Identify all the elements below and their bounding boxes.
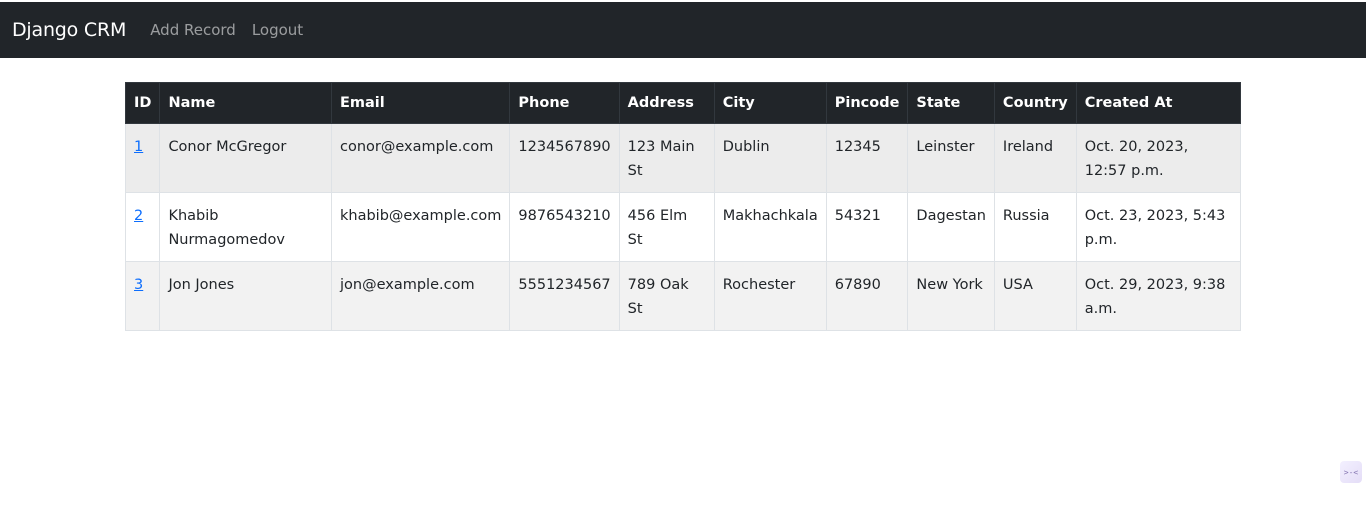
column-header-name: Name	[159, 82, 332, 124]
cell-pincode: 54321	[825, 192, 909, 262]
cell-address: 123 Main St	[618, 123, 715, 193]
column-header-city: City	[713, 82, 827, 124]
column-header-id: ID	[124, 82, 161, 124]
cell-phone: 1234567890	[509, 123, 620, 193]
table-row: 3 Jon Jones jon@example.com 5551234567 7…	[124, 261, 1242, 331]
cell-phone: 5551234567	[509, 261, 620, 331]
cell-country: Ireland	[993, 123, 1077, 193]
cell-name: Khabib Nurmagomedov	[159, 192, 332, 262]
column-header-created-at: Created At	[1075, 82, 1242, 124]
record-id-link[interactable]: 1	[134, 139, 143, 155]
cell-address: 456 Elm St	[618, 192, 715, 262]
column-header-email: Email	[330, 82, 511, 124]
navbar: Django CRM Add Record Logout	[0, 2, 1366, 58]
table-row: 2 Khabib Nurmagomedov khabib@example.com…	[124, 192, 1242, 262]
cell-email: jon@example.com	[330, 261, 511, 331]
extension-toggle-icon[interactable]: >-<	[1340, 461, 1362, 483]
cell-country: USA	[993, 261, 1077, 331]
cell-state: Dagestan	[907, 192, 995, 262]
cell-address: 789 Oak St	[618, 261, 715, 331]
cell-id: 2	[124, 192, 161, 262]
column-header-phone: Phone	[509, 82, 620, 124]
records-table: ID Name Email Phone Address City Pincode…	[124, 82, 1242, 331]
column-header-address: Address	[618, 82, 715, 124]
cell-state: Leinster	[907, 123, 995, 193]
record-id-link[interactable]: 2	[134, 208, 143, 224]
cell-created-at: Oct. 20, 2023, 12:57 p.m.	[1075, 123, 1242, 193]
cell-city: Dublin	[713, 123, 827, 193]
cell-created-at: Oct. 29, 2023, 9:38 a.m.	[1075, 261, 1242, 331]
add-record-link[interactable]: Add Record	[150, 21, 236, 39]
record-id-link[interactable]: 3	[134, 277, 143, 293]
cell-pincode: 67890	[825, 261, 909, 331]
cell-city: Makhachkala	[713, 192, 827, 262]
column-header-pincode: Pincode	[825, 82, 909, 124]
cell-email: khabib@example.com	[330, 192, 511, 262]
cell-phone: 9876543210	[509, 192, 620, 262]
brand-link[interactable]: Django CRM	[12, 19, 126, 41]
cell-city: Rochester	[713, 261, 827, 331]
column-header-state: State	[907, 82, 995, 124]
column-header-country: Country	[993, 82, 1077, 124]
cell-pincode: 12345	[825, 123, 909, 193]
cell-created-at: Oct. 23, 2023, 5:43 p.m.	[1075, 192, 1242, 262]
cell-country: Russia	[993, 192, 1077, 262]
cell-name: Jon Jones	[159, 261, 332, 331]
main-content: ID Name Email Phone Address City Pincode…	[124, 82, 1242, 331]
table-row: 1 Conor McGregor conor@example.com 12345…	[124, 123, 1242, 193]
cell-state: New York	[907, 261, 995, 331]
cell-email: conor@example.com	[330, 123, 511, 193]
table-header-row: ID Name Email Phone Address City Pincode…	[124, 82, 1242, 124]
logout-link[interactable]: Logout	[252, 21, 303, 39]
cell-id: 1	[124, 123, 161, 193]
cell-id: 3	[124, 261, 161, 331]
cell-name: Conor McGregor	[159, 123, 332, 193]
